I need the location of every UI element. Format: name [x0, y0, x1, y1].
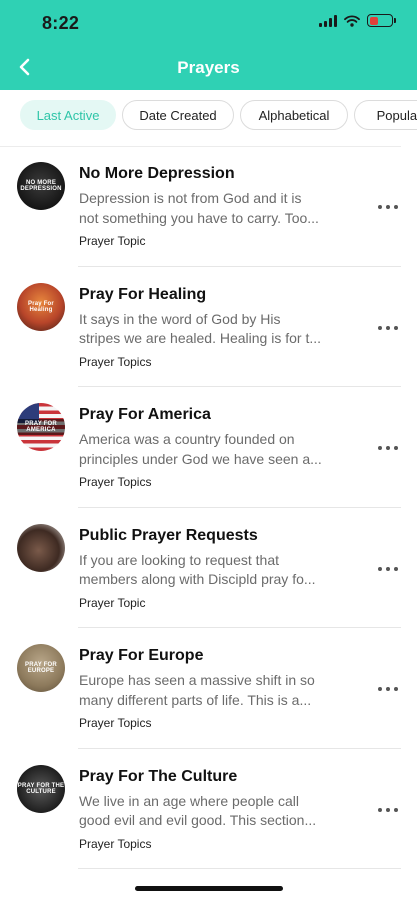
avatar-label: PRAY FOR EUROPE: [25, 662, 57, 674]
item-description: It says in the word of God by His stripes…: [79, 310, 322, 347]
avatar: NO MORE DEPRESSION: [17, 162, 65, 210]
item-tag: Prayer Topics: [79, 836, 152, 851]
more-dots-icon[interactable]: [378, 323, 398, 333]
item-description: Depression is not from God and it is not …: [79, 190, 319, 226]
item-description: We live in an age where people call good …: [79, 792, 317, 829]
list-item[interactable]: PRAY FOR AMERICA Pray For America Americ…: [0, 387, 417, 508]
list-item[interactable]: NO MORE DEPRESSION No More Depression De…: [0, 146, 417, 267]
list-item[interactable]: Public Prayer Requests If you are lookin…: [0, 508, 417, 628]
item-title: No More Depression: [79, 165, 235, 182]
prayer-list: NO MORE DEPRESSION No More Depression De…: [0, 146, 417, 869]
battery-icon: [367, 14, 396, 27]
item-title: Public Prayer Requests: [79, 526, 258, 544]
list-item[interactable]: PRAY FOR THE CULTURE Pray For The Cultur…: [0, 749, 417, 869]
avatar: PRAY FOR EUROPE: [17, 644, 65, 692]
item-tag: Prayer Topic: [79, 234, 146, 248]
item-tag: Prayer Topics: [79, 716, 152, 730]
item-tag: Prayer Topic: [79, 595, 146, 610]
cellular-signal-icon: [319, 14, 337, 27]
home-indicator: [135, 886, 283, 891]
avatar-label: Pray For Healing: [28, 300, 54, 313]
more-dots-icon[interactable]: [378, 202, 398, 212]
item-title: Pray For Healing: [79, 285, 207, 303]
page-title: Prayers: [177, 58, 240, 77]
avatar: [17, 523, 65, 572]
more-dots-icon[interactable]: [378, 805, 398, 815]
avatar-label: PRAY FOR AMERICA: [17, 419, 65, 435]
avatar-label: NO MORE DEPRESSION: [20, 180, 62, 192]
filter-chip-popular[interactable]: Popular: [354, 100, 417, 130]
avatar: Pray For Healing: [17, 282, 65, 331]
filter-chips: Last Active Date Created Alphabetical Po…: [0, 100, 417, 134]
more-dots-icon[interactable]: [378, 684, 398, 694]
status-time: 8:22: [42, 13, 80, 33]
list-item[interactable]: PRAY FOR EUROPE Pray For Europe Europe h…: [0, 628, 417, 749]
item-tag: Prayer Topics: [79, 354, 152, 369]
app-header: 8:22 Prayers: [0, 0, 417, 90]
more-dots-icon[interactable]: [378, 443, 398, 453]
item-title: Pray For Europe: [79, 647, 204, 664]
status-icons: [319, 14, 396, 27]
item-description: America was a country founded on principl…: [79, 431, 322, 467]
avatar: PRAY FOR THE CULTURE: [17, 764, 65, 813]
item-title: Pray For America: [79, 406, 211, 423]
filter-chip-date-created[interactable]: Date Created: [122, 100, 234, 130]
item-description: Europe has seen a massive shift in so man…: [79, 672, 315, 708]
filter-chip-alphabetical[interactable]: Alphabetical: [240, 100, 348, 130]
list-item[interactable]: Pray For Healing Pray For Healing It say…: [0, 267, 417, 387]
avatar: PRAY FOR AMERICA: [17, 403, 65, 451]
more-dots-icon[interactable]: [378, 564, 398, 574]
item-description: If you are looking to request that member…: [79, 551, 316, 588]
item-title: Pray For The Culture: [79, 767, 238, 785]
avatar-label: PRAY FOR THE CULTURE: [17, 782, 65, 795]
wifi-icon: [344, 14, 360, 27]
filter-chip-last-active[interactable]: Last Active: [20, 100, 116, 130]
item-tag: Prayer Topics: [79, 475, 152, 489]
